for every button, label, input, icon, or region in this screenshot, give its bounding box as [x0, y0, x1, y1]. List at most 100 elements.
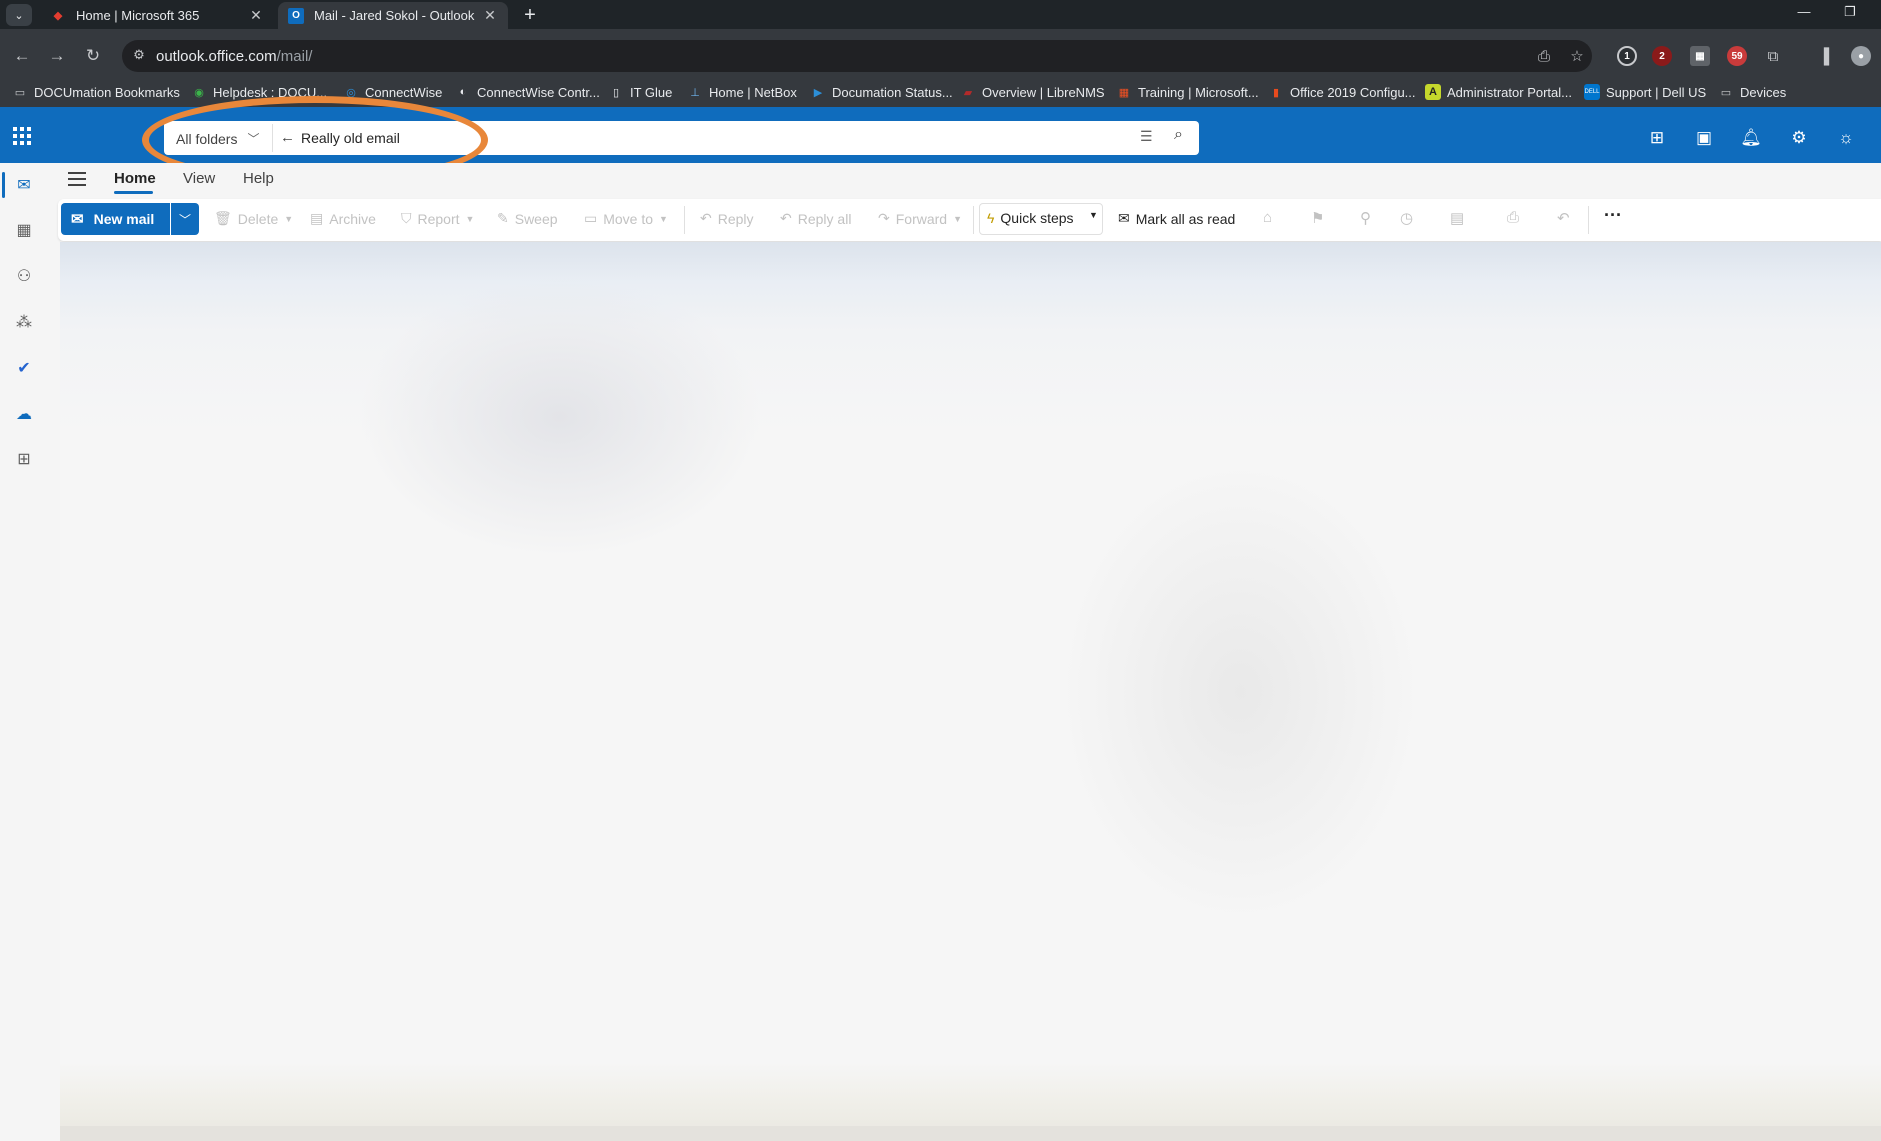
tab-outlook-mail[interactable]: O Mail - Jared Sokol - Outlook ✕	[278, 2, 508, 29]
it-glue-icon: ▯	[612, 86, 620, 99]
tab-home[interactable]: Home	[114, 170, 156, 187]
close-icon[interactable]: ✕	[248, 7, 264, 24]
extension-icon[interactable]: 59	[1727, 46, 1747, 66]
tab-view[interactable]: View	[183, 170, 215, 187]
ribbon-tab-bar	[48, 163, 1881, 201]
snooze-clock-icon[interactable]: ◷	[1400, 209, 1413, 227]
sweep-label: Sweep	[514, 210, 558, 227]
side-panel-icon[interactable]: ▐	[1814, 46, 1834, 66]
quick-steps-dropdown[interactable]: ▼	[1089, 210, 1098, 220]
envelope-open-icon: ✉	[1118, 210, 1130, 226]
new-mail-dropdown-button[interactable]: ﹀	[171, 203, 199, 235]
rules-icon[interactable]: ▤	[1450, 209, 1464, 227]
microsoft-365-icon: ◆	[53, 10, 63, 22]
mail-icon[interactable]: ✉	[12, 173, 36, 197]
forward-button[interactable]: ↷ Forward ▼	[878, 210, 962, 227]
apps-icon[interactable]: ⊞	[12, 447, 36, 471]
bookmark-star-icon[interactable]: ☆	[1567, 46, 1587, 66]
bookmark-item[interactable]: DELL Support | Dell US	[1584, 84, 1706, 100]
people-icon[interactable]: ⚇	[12, 264, 36, 288]
sweep-button[interactable]: ✎ Sweep	[497, 210, 558, 227]
bookmark-item[interactable]: ⊥ Home | NetBox	[687, 84, 797, 100]
chevron-down-icon: ▼	[284, 213, 294, 224]
profile-avatar[interactable]: ●	[1851, 46, 1871, 66]
new-tab-button[interactable]: +	[518, 3, 542, 27]
new-mail-button[interactable]: ✉ New mail	[61, 203, 170, 235]
more-options-icon[interactable]: ···	[1604, 205, 1622, 226]
extension-icon[interactable]: 2	[1652, 46, 1672, 66]
bookmark-folder[interactable]: ▭ DOCUmation Bookmarks	[12, 84, 180, 100]
app-launcher-icon[interactable]	[10, 124, 34, 148]
my-day-icon[interactable]: ▣	[1692, 126, 1716, 150]
calendar-icon[interactable]: ▦	[12, 218, 36, 242]
delete-button[interactable]: 🗑︎ Delete ▼	[214, 210, 293, 227]
bookmark-label: Devices	[1740, 84, 1787, 100]
bookmark-item[interactable]: ▶ Documation Status...	[810, 84, 953, 100]
extensions-puzzle-icon[interactable]: ⧉	[1763, 46, 1783, 66]
address-bar[interactable]	[122, 40, 1592, 72]
restore-button[interactable]: ❐	[1830, 4, 1870, 20]
pin-icon[interactable]: ⚲	[1360, 209, 1371, 227]
move-to-button[interactable]: ▭ Move to ▼	[584, 210, 668, 227]
bookmark-label: ConnectWise	[365, 84, 443, 100]
minimize-button[interactable]: —	[1784, 4, 1824, 19]
install-app-icon[interactable]: ⎙	[1534, 46, 1554, 66]
hamburger-menu-icon[interactable]	[68, 168, 90, 190]
search-scope-dropdown[interactable]: All folders ﹀	[176, 130, 259, 147]
gear-icon[interactable]: ⚙	[1787, 126, 1811, 150]
bookmark-item[interactable]: ▰ Overview | LibreNMS	[960, 84, 1105, 100]
reply-all-button[interactable]: ↶ Reply all	[780, 210, 851, 227]
bookmark-item[interactable]: ▯ IT Glue	[608, 84, 672, 100]
bookmark-item[interactable]: ◉ Helpdesk : DOCU...	[191, 84, 327, 100]
url-text[interactable]: outlook.office.com/mail/	[156, 48, 312, 65]
mark-all-as-read-button[interactable]: ✉ Mark all as read	[1118, 210, 1235, 227]
close-icon[interactable]: ✕	[482, 7, 498, 24]
bookmark-item[interactable]: ◐ ConnectWise Contr...	[455, 84, 600, 100]
tag-icon[interactable]: ⌂	[1263, 209, 1272, 226]
bookmark-item[interactable]: ▮ Office 2019 Configu...	[1268, 84, 1416, 100]
divider	[1588, 206, 1589, 234]
bookmark-item[interactable]: ▦ Training | Microsoft...	[1116, 84, 1259, 100]
search-input[interactable]	[301, 127, 1121, 149]
todo-icon[interactable]: ✔	[12, 356, 36, 380]
print-icon[interactable]: ⎙	[1507, 209, 1519, 226]
back-arrow-icon[interactable]: ←	[280, 129, 295, 146]
bookmark-item[interactable]: A Administrator Portal...	[1425, 84, 1572, 100]
mark-all-as-read-label: Mark all as read	[1135, 210, 1236, 227]
search-scope-label: All folders	[176, 130, 238, 147]
groups-icon[interactable]: ⁂	[12, 310, 36, 334]
archive-button[interactable]: ▤ Archive	[310, 210, 376, 227]
active-indicator	[2, 172, 5, 198]
lightbulb-icon[interactable]: ☼	[1834, 126, 1858, 150]
bookmark-label: Training | Microsoft...	[1138, 84, 1259, 100]
bookmark-folder[interactable]: ▭ Devices	[1718, 84, 1786, 100]
bell-icon[interactable]: 🔔︎	[1739, 126, 1763, 150]
extension-badge: 59	[1731, 50, 1743, 62]
password-manager-extension-icon[interactable]: 1	[1617, 46, 1637, 66]
back-arrow-icon[interactable]: ←	[10, 44, 34, 68]
tab-title: Mail - Jared Sokol - Outlook	[314, 8, 475, 23]
bookmark-item[interactable]: ◎ ConnectWise	[343, 84, 442, 100]
quick-steps-button[interactable]: ϟ Quick steps	[987, 210, 1074, 226]
reload-icon[interactable]: ↻	[81, 44, 105, 68]
envelope-icon: ✉	[71, 211, 84, 228]
bookmark-label: Administrator Portal...	[1447, 84, 1572, 100]
bookmark-label: Office 2019 Configu...	[1290, 84, 1416, 100]
tab-microsoft-365[interactable]: ◆ Home | Microsoft 365 ✕	[40, 2, 274, 29]
filter-icon[interactable]: ☰	[1140, 128, 1153, 145]
reply-label: Reply	[717, 210, 754, 227]
chevron-down-icon: ▼	[659, 213, 668, 224]
onedrive-icon[interactable]: ☁	[12, 402, 36, 426]
undo-icon[interactable]: ↶	[1557, 209, 1570, 227]
tab-help[interactable]: Help	[243, 170, 274, 187]
tab-search-button[interactable]: ⌄	[6, 4, 32, 26]
forward-label: Forward	[895, 210, 948, 227]
flag-icon[interactable]: ⚑	[1311, 209, 1324, 227]
extension-icon[interactable]: ▦	[1690, 46, 1710, 66]
search-icon[interactable]: ⌕	[1174, 126, 1183, 144]
forward-arrow-icon[interactable]: →	[45, 44, 69, 68]
site-info-icon[interactable]: ⚙	[130, 46, 148, 64]
report-button[interactable]: ⛉ Report ▼	[401, 210, 474, 227]
reply-button[interactable]: ↶ Reply	[700, 210, 754, 227]
teams-chat-icon[interactable]: ⊞	[1645, 126, 1669, 150]
